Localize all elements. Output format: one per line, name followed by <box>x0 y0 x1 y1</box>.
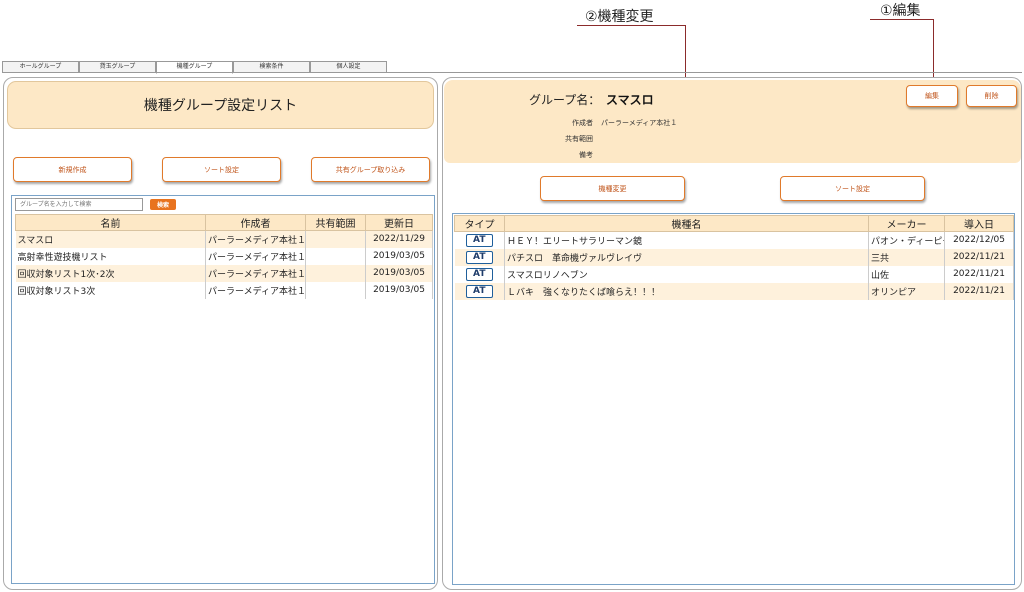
change-models-button[interactable]: 機種変更 <box>540 176 685 201</box>
group-updated: 2022/11/29 <box>365 230 433 248</box>
table-row[interactable]: AT Ｌバキ 強くなりたくば喰らえ！！！ オリンピア 2022/11/21 <box>454 282 1014 300</box>
import-shared-group-button[interactable]: 共有グループ取り込み <box>311 157 430 182</box>
callout-model-change-underline <box>577 25 685 26</box>
group-table-header: 名前 作成者 共有範囲 更新日 <box>15 214 433 231</box>
model-install-date: 2022/12/05 <box>944 231 1014 249</box>
callout-edit-underline <box>870 19 933 20</box>
group-detail-header: グループ名： スマスロ 作成者 パーラーメディア本社１ 共有範囲 備考 編集 削… <box>444 80 1021 163</box>
table-row[interactable]: 回収対象リスト1次･2次 パーラーメディア本社１ 2019/03/05 <box>15 264 433 282</box>
model-list-box: タイプ 機種名 メーカー 導入日 AT ＨＥＹ！エリートサラリーマン鏡 パオン・… <box>452 213 1015 585</box>
creator-label: 作成者 <box>572 119 593 127</box>
group-sort-button[interactable]: ソート設定 <box>162 157 281 182</box>
group-list-panel: 機種グループ設定リスト 新規作成 ソート設定 共有グループ取り込み 検索 名前 … <box>3 77 438 590</box>
model-type-cell: AT <box>454 248 505 266</box>
model-maker: パオン・ディーピー <box>868 231 945 249</box>
group-name: 回収対象リスト1次･2次 <box>15 264 206 282</box>
group-share-scope <box>305 264 366 282</box>
group-name: スマスロ <box>15 230 206 248</box>
column-maker[interactable]: メーカー <box>868 215 945 232</box>
callout-edit-leader <box>933 19 934 78</box>
model-name: パチスロ 革命機ヴァルヴレイヴ <box>504 248 869 266</box>
share-scope-label: 共有範囲 <box>565 135 593 143</box>
group-share-scope <box>305 247 366 265</box>
group-table: 名前 作成者 共有範囲 更新日 スマスロ パーラーメディア本社１ 2022/11… <box>15 214 433 299</box>
model-install-date: 2022/11/21 <box>944 282 1014 300</box>
model-type-cell: AT <box>454 265 505 283</box>
model-name: ＨＥＹ！エリートサラリーマン鏡 <box>504 231 869 249</box>
callout-model-change-label: ②機種変更 <box>585 9 654 25</box>
column-type[interactable]: タイプ <box>454 215 505 232</box>
type-badge: AT <box>465 285 493 298</box>
table-row[interactable]: スマスロ パーラーメディア本社１ 2022/11/29 <box>15 230 433 248</box>
group-updated: 2019/03/05 <box>365 264 433 282</box>
new-group-button[interactable]: 新規作成 <box>13 157 132 182</box>
table-row[interactable]: AT ＨＥＹ！エリートサラリーマン鏡 パオン・ディーピー 2022/12/05 <box>454 231 1014 249</box>
model-sort-button[interactable]: ソート設定 <box>780 176 925 201</box>
creator-value: パーラーメディア本社１ <box>601 119 678 127</box>
group-creator: パーラーメディア本社１ <box>205 230 306 248</box>
model-maker: 三共 <box>868 248 945 266</box>
model-name: スマスロリノヘブン <box>504 265 869 283</box>
group-creator: パーラーメディア本社１ <box>205 264 306 282</box>
group-creator: パーラーメディア本社１ <box>205 247 306 265</box>
type-badge: AT <box>465 251 493 264</box>
model-name: Ｌバキ 強くなりたくば喰らえ！！！ <box>504 282 869 300</box>
remarks-label: 備考 <box>579 151 593 159</box>
group-share-scope <box>305 230 366 248</box>
group-detail-panel: グループ名： スマスロ 作成者 パーラーメディア本社１ 共有範囲 備考 編集 削… <box>442 77 1022 590</box>
group-share-scope <box>305 281 366 299</box>
model-type-cell: AT <box>454 282 505 300</box>
model-table: タイプ 機種名 メーカー 導入日 AT ＨＥＹ！エリートサラリーマン鏡 パオン・… <box>454 215 1014 300</box>
table-row[interactable]: AT パチスロ 革命機ヴァルヴレイヴ 三共 2022/11/21 <box>454 248 1014 266</box>
callout-edit-label: ①編集 <box>880 3 921 19</box>
group-list-box: 検索 名前 作成者 共有範囲 更新日 スマスロ パーラーメディア本社１ <box>11 195 435 584</box>
column-install-date[interactable]: 導入日 <box>944 215 1014 232</box>
group-list-title: 機種グループ設定リスト <box>7 81 434 129</box>
group-search-button[interactable]: 検索 <box>150 199 176 210</box>
table-row[interactable]: AT スマスロリノヘブン 山佐 2022/11/21 <box>454 265 1014 283</box>
group-name-label: グループ名： <box>529 93 601 107</box>
type-badge: AT <box>465 234 493 248</box>
column-share-scope[interactable]: 共有範囲 <box>305 214 366 231</box>
group-name: 回収対象リスト3次 <box>15 281 206 299</box>
table-row[interactable]: 回収対象リスト3次 パーラーメディア本社１ 2019/03/05 <box>15 281 433 299</box>
group-search-input[interactable] <box>15 198 143 211</box>
group-updated: 2019/03/05 <box>365 281 433 299</box>
model-type-cell: AT <box>454 231 505 249</box>
model-table-header: タイプ 機種名 メーカー 導入日 <box>454 215 1014 232</box>
model-maker: 山佐 <box>868 265 945 283</box>
group-name: 高射幸性遊技機リスト <box>15 247 206 265</box>
tab-divider <box>2 72 1022 73</box>
model-install-date: 2022/11/21 <box>944 265 1014 283</box>
group-creator: パーラーメディア本社１ <box>205 281 306 299</box>
column-updated[interactable]: 更新日 <box>365 214 433 231</box>
type-badge: AT <box>465 268 493 281</box>
group-name-value: スマスロ <box>606 93 654 107</box>
column-name[interactable]: 名前 <box>15 214 206 231</box>
app-root: ②機種変更 ①編集 ホールグループ 貸玉グループ 機種グループ 検索条件 個人設… <box>0 0 1024 592</box>
group-updated: 2019/03/05 <box>365 247 433 265</box>
edit-button[interactable]: 編集 <box>906 85 958 107</box>
column-model-name[interactable]: 機種名 <box>504 215 869 232</box>
model-install-date: 2022/11/21 <box>944 248 1014 266</box>
delete-button[interactable]: 削除 <box>966 85 1017 107</box>
table-row[interactable]: 高射幸性遊技機リスト パーラーメディア本社１ 2019/03/05 <box>15 247 433 265</box>
model-maker: オリンピア <box>868 282 945 300</box>
column-creator[interactable]: 作成者 <box>205 214 306 231</box>
